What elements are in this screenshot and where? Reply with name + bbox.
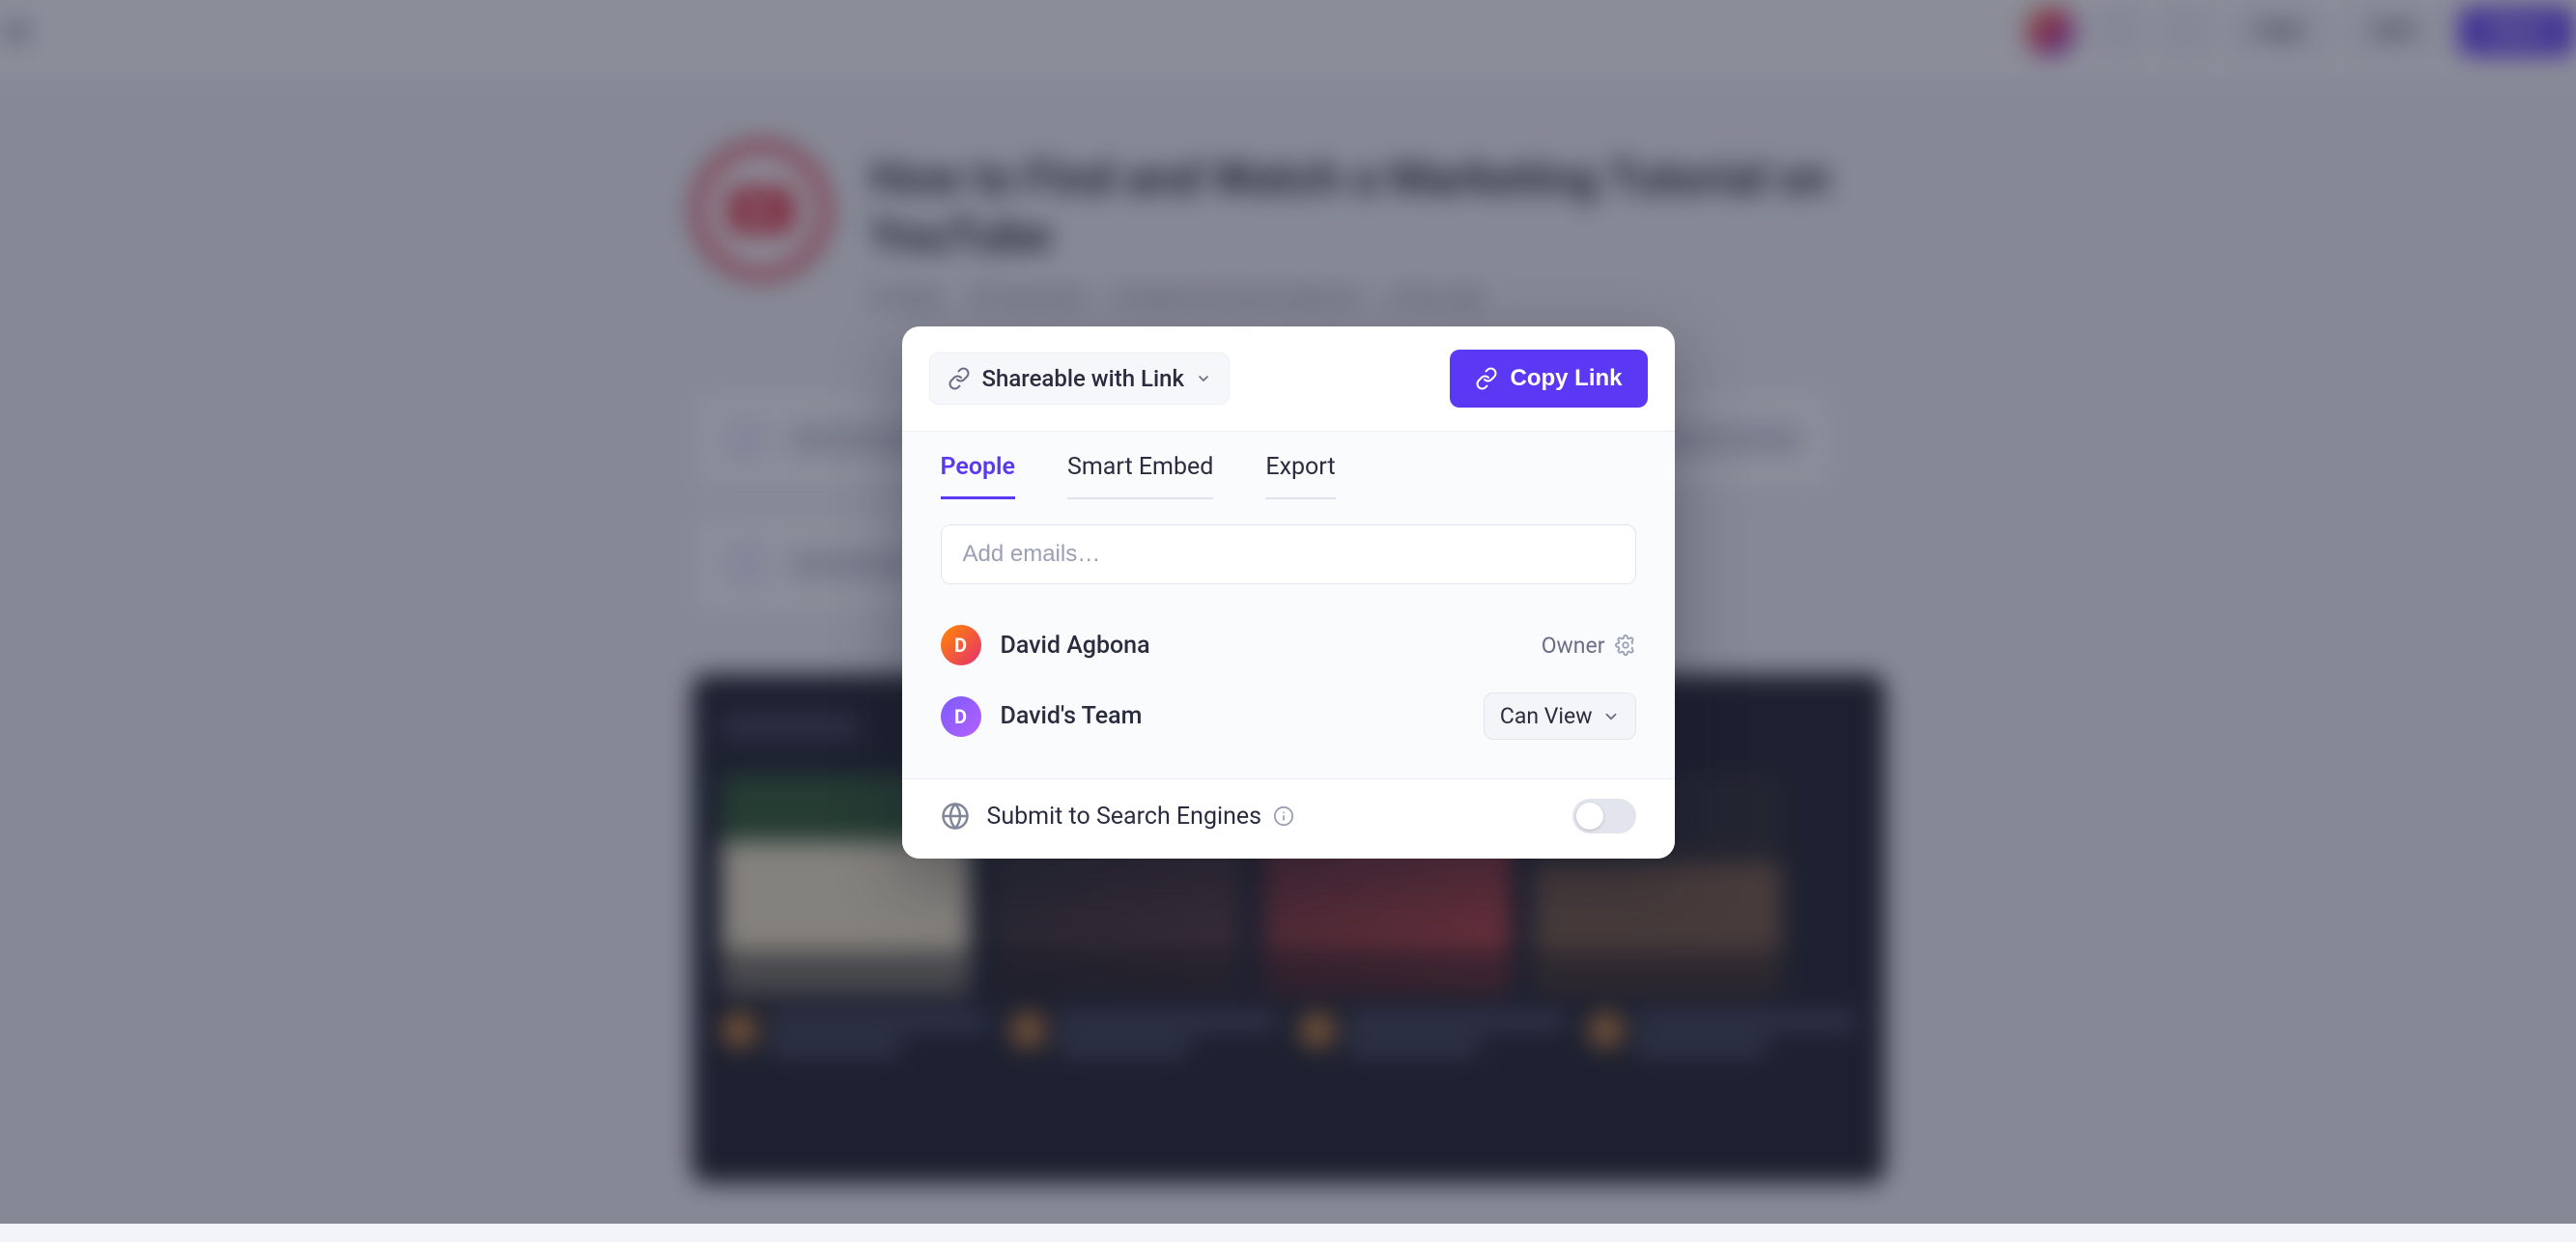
person-row: D David Agbona Owner <box>941 611 1636 679</box>
chevron-down-icon <box>1196 371 1211 386</box>
copy-link-label: Copy Link <box>1510 365 1622 392</box>
chevron-down-icon <box>1602 708 1620 725</box>
gear-icon <box>1615 635 1636 656</box>
avatar: D <box>941 696 981 737</box>
avatar: D <box>941 625 981 665</box>
add-emails-input[interactable] <box>941 524 1636 584</box>
info-icon[interactable] <box>1273 805 1294 827</box>
person-name: David's Team <box>1001 702 1464 730</box>
tab-people[interactable]: People <box>941 453 1016 499</box>
tab-smart-embed[interactable]: Smart Embed <box>1067 453 1213 499</box>
share-tabs: People Smart Embed Export <box>902 432 1675 499</box>
owner-badge: Owner <box>1542 633 1636 659</box>
share-visibility-dropdown[interactable]: Shareable with Link <box>929 353 1230 405</box>
share-modal: Shareable with Link Copy Link People Sma… <box>902 326 1675 859</box>
permission-label: Can View <box>1500 703 1593 729</box>
share-visibility-label: Shareable with Link <box>982 365 1184 392</box>
people-list: D David Agbona Owner D David's Team Can … <box>902 594 1675 778</box>
globe-icon <box>941 802 970 831</box>
toggle-knob <box>1576 803 1603 830</box>
seo-toggle[interactable] <box>1572 799 1636 833</box>
link-icon <box>948 367 971 390</box>
copy-link-button[interactable]: Copy Link <box>1450 350 1647 408</box>
person-row: D David's Team Can View <box>941 679 1636 753</box>
link-icon <box>1475 367 1498 390</box>
tab-export[interactable]: Export <box>1265 453 1335 499</box>
person-name: David Agbona <box>1001 632 1522 660</box>
seo-label: Submit to Search Engines <box>987 803 1262 831</box>
permission-select[interactable]: Can View <box>1484 692 1636 740</box>
